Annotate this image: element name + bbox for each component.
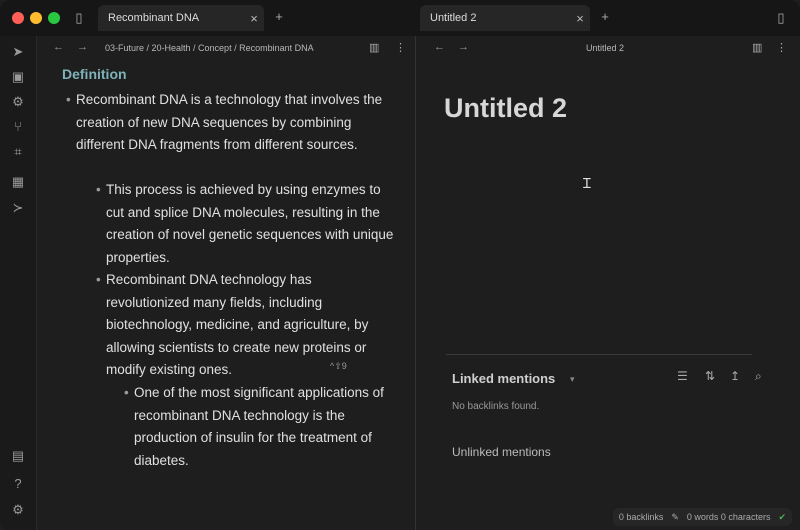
view-title[interactable]: Untitled 2: [586, 43, 624, 53]
help-icon[interactable]: ?: [0, 476, 36, 491]
forward-arrow-icon[interactable]: →: [77, 41, 88, 53]
app-window: ▯ Recombinant DNA × + Untitled 2 × + ▯ ➤…: [0, 0, 800, 530]
note-title[interactable]: Untitled 2: [444, 93, 567, 124]
bullet-dot: •: [96, 182, 101, 197]
reading-view-icon[interactable]: ▥: [369, 41, 379, 54]
zoom-window-button[interactable]: [48, 12, 60, 24]
tab-label: Recombinant DNA: [108, 12, 200, 24]
new-tab-button[interactable]: +: [272, 9, 286, 25]
edit-icon[interactable]: ✎: [671, 512, 679, 523]
grid-icon[interactable]: ⌗: [0, 144, 36, 160]
bullet-dot: •: [124, 385, 129, 400]
list-item: • Recombinant DNA technology has revolut…: [96, 269, 398, 382]
bullet-dot: •: [66, 92, 71, 107]
graph-icon[interactable]: ⚙: [0, 94, 36, 110]
sort-icon[interactable]: ⇅: [705, 369, 715, 383]
list-item-text[interactable]: One of the most significant applications…: [134, 382, 396, 472]
list-item-text[interactable]: Recombinant DNA is a technology that inv…: [76, 89, 396, 157]
sync-status-icon[interactable]: ✔: [778, 512, 786, 523]
title-bar: ▯ Recombinant DNA × + Untitled 2 × + ▯: [0, 0, 800, 36]
word-count: 0 words 0 characters: [686, 512, 771, 522]
divider: [446, 354, 752, 355]
tab-label: Untitled 2: [430, 12, 477, 24]
breadcrumb[interactable]: 03-Future / 20-Health / Concept / Recomb…: [105, 43, 363, 53]
list-icon[interactable]: ☰: [677, 369, 688, 383]
left-editor-pane: ← → 03-Future / 20-Health / Concept / Re…: [37, 36, 416, 530]
shortcut-hint: ^⇧9: [330, 361, 347, 371]
list-item-text[interactable]: Recombinant DNA technology has revolutio…: [106, 269, 398, 382]
list-item: • One of the most significant applicatio…: [124, 382, 396, 472]
right-sidebar-toggle-icon[interactable]: ▯: [773, 10, 789, 26]
view-header: ← → Untitled 2 ▥ ⋮: [416, 36, 800, 60]
backlinks-count[interactable]: 0 backlinks: [619, 512, 664, 522]
list-item: • This process is achieved by using enzy…: [96, 179, 398, 269]
status-bar: 0 backlinks ✎ 0 words 0 characters ✔: [612, 508, 792, 526]
more-options-icon[interactable]: ⋮: [776, 41, 787, 54]
close-window-button[interactable]: [12, 12, 24, 24]
settings-icon[interactable]: ⚙: [0, 502, 36, 518]
close-tab-icon[interactable]: ×: [244, 11, 264, 26]
view-header: ← → 03-Future / 20-Health / Concept / Re…: [37, 36, 415, 60]
calendar-icon[interactable]: ▦: [0, 174, 36, 190]
sort-order-icon[interactable]: ↥: [730, 369, 740, 383]
back-arrow-icon[interactable]: ←: [53, 41, 64, 53]
bullet-dot: •: [96, 272, 101, 287]
tab-untitled-2[interactable]: Untitled 2 ×: [420, 5, 590, 31]
close-tab-icon[interactable]: ×: [570, 11, 590, 26]
more-options-icon[interactable]: ⋮: [395, 41, 406, 54]
send-icon[interactable]: ➤: [0, 44, 36, 60]
search-icon[interactable]: ⌕: [755, 369, 762, 384]
right-editor-pane: ← → Untitled 2 ▥ ⋮ Untitled 2 Ɪ Linked m…: [416, 36, 800, 530]
minimize-window-button[interactable]: [30, 12, 42, 24]
chevron-down-icon[interactable]: ▾: [570, 374, 575, 385]
fork-icon[interactable]: ⑂: [0, 119, 36, 134]
reading-view-icon[interactable]: ▥: [752, 41, 762, 54]
left-ribbon: ➤ ▣ ⚙ ⑂ ⌗ ▦ ≻ ▤ ? ⚙: [0, 36, 37, 530]
no-backlinks-text: No backlinks found.: [452, 401, 540, 412]
vault-icon[interactable]: ▤: [0, 448, 36, 464]
list-item-text[interactable]: This process is achieved by using enzyme…: [106, 179, 398, 269]
new-tab-button[interactable]: +: [598, 9, 612, 25]
list-item: • Recombinant DNA is a technology that i…: [66, 89, 396, 157]
sidebar-toggle-icon[interactable]: ▯: [71, 10, 87, 26]
terminal-icon[interactable]: ≻: [0, 200, 36, 216]
layout-icon[interactable]: ▣: [0, 69, 36, 85]
tab-recombinant-dna[interactable]: Recombinant DNA ×: [98, 5, 264, 31]
back-arrow-icon[interactable]: ←: [434, 41, 445, 53]
forward-arrow-icon[interactable]: →: [458, 41, 469, 53]
section-heading: Definition: [62, 66, 127, 82]
linked-mentions-heading[interactable]: Linked mentions: [452, 371, 555, 386]
text-cursor-icon: Ɪ: [583, 175, 591, 191]
unlinked-mentions-heading[interactable]: Unlinked mentions: [452, 445, 551, 459]
